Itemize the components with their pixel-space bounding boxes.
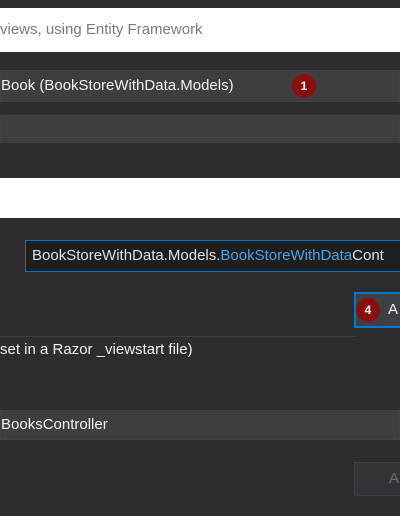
layout-note: set in a Razor _viewstart file) <box>0 341 193 358</box>
model-class-dropdown[interactable]: Book (BookStoreWithData.Models) <box>0 70 400 102</box>
callout-badge-1: 1 <box>292 74 316 98</box>
context-suffix: Cont <box>352 247 384 264</box>
new-data-context-input-area[interactable] <box>0 178 400 218</box>
template-description-text: views, using Entity Framework <box>0 21 203 38</box>
layout-divider <box>0 336 356 337</box>
context-prefix: BookStoreWithData.Models. <box>32 247 221 264</box>
add-context-button-label: A <box>388 301 399 318</box>
context-highlight: BookStoreWithData <box>220 247 353 264</box>
add-controller-dialog: views, using Entity Framework Book (Book… <box>0 0 400 516</box>
new-data-context-type-input[interactable]: BookStoreWithData.Models.BookStoreWithDa… <box>25 240 400 272</box>
data-context-dropdown[interactable] <box>0 115 400 143</box>
controller-name-value: BooksController <box>1 416 108 433</box>
add-button-label: A <box>389 470 400 487</box>
callout-badge-4: 4 <box>356 298 380 322</box>
template-description: views, using Entity Framework <box>0 8 400 52</box>
controller-name-input[interactable]: BooksController <box>0 410 400 440</box>
add-button[interactable]: A <box>354 462 400 496</box>
model-class-value: Book (BookStoreWithData.Models) <box>1 77 234 94</box>
